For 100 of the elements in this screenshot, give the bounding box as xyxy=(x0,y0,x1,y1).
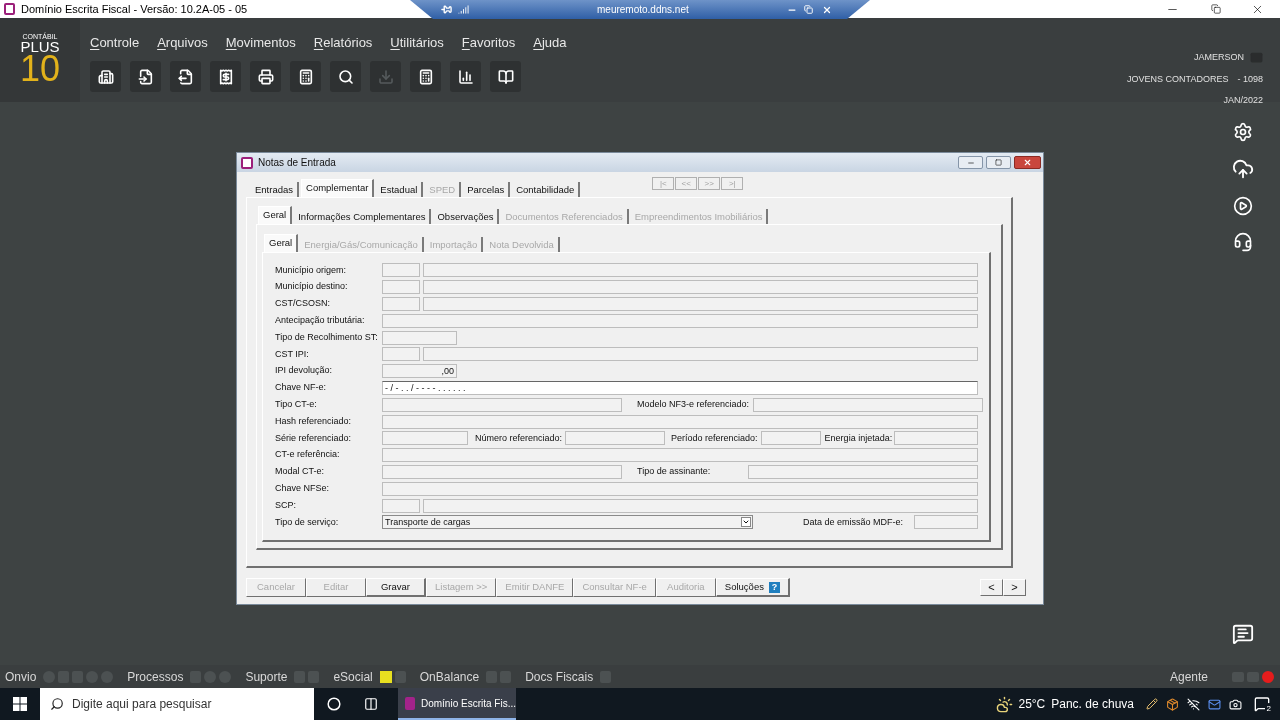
notification-icon[interactable] xyxy=(1254,696,1270,712)
temperature[interactable]: 25°C xyxy=(1018,695,1046,713)
package-icon[interactable] xyxy=(1166,697,1179,711)
input-field[interactable] xyxy=(565,431,666,446)
chat-icon[interactable] xyxy=(1232,623,1254,645)
tab[interactable]: Observações xyxy=(433,208,500,224)
status-item[interactable]: Docs Fiscais xyxy=(525,667,594,686)
toolbar-button[interactable] xyxy=(210,61,241,92)
input-field[interactable] xyxy=(382,313,978,328)
input-field[interactable] xyxy=(760,431,821,446)
input-field[interactable] xyxy=(382,263,420,278)
esocial-icon[interactable] xyxy=(379,670,392,683)
maximize-icon xyxy=(995,159,1002,166)
input-field[interactable] xyxy=(382,347,420,362)
dropdown-icon[interactable] xyxy=(741,517,751,528)
input-field[interactable] xyxy=(382,431,468,446)
status-item[interactable]: OnBalance xyxy=(419,667,480,686)
pager-button[interactable]: < xyxy=(980,579,1003,596)
settings-icon[interactable] xyxy=(1233,122,1253,142)
pencil-icon[interactable] xyxy=(1146,698,1158,710)
field-label: Modelo NF3-e referenciado: xyxy=(636,398,750,411)
menu-item[interactable]: Ajuda xyxy=(533,33,567,53)
menu-item[interactable]: Favoritos xyxy=(461,33,516,53)
tab[interactable]: Informações Complementares xyxy=(294,208,432,224)
close-icon[interactable] xyxy=(821,4,832,15)
dialog-title: Notas de Entrada xyxy=(258,156,336,170)
restore-icon[interactable] xyxy=(803,5,813,14)
tab[interactable]: Geral xyxy=(258,205,293,224)
input-field[interactable] xyxy=(382,481,978,496)
minimize-button[interactable] xyxy=(958,156,983,169)
toolbar-button[interactable] xyxy=(250,61,281,92)
network-icon[interactable] xyxy=(1187,697,1200,711)
status-item[interactable]: Onvio xyxy=(5,667,37,686)
input-field[interactable] xyxy=(748,464,978,479)
input-field[interactable] xyxy=(753,397,984,412)
input-field[interactable] xyxy=(382,397,622,412)
field-label: Município origem: xyxy=(275,263,348,277)
input-field[interactable] xyxy=(382,448,978,463)
input-field[interactable] xyxy=(423,297,978,311)
input-field[interactable] xyxy=(423,498,978,513)
cloud-upload-icon[interactable] xyxy=(1232,158,1254,180)
menu-item[interactable]: Relatórios xyxy=(313,33,373,53)
field-label: Energia injetada: xyxy=(823,431,893,445)
agent-label[interactable]: Agente xyxy=(1169,667,1208,686)
headset-icon[interactable] xyxy=(1233,232,1253,252)
search-field[interactable]: Digite aqui para pesquisar xyxy=(40,688,314,720)
input-field[interactable] xyxy=(382,297,420,311)
field-label: Modal CT-e: xyxy=(275,465,326,479)
menu-item[interactable]: Controle xyxy=(90,33,140,53)
status-item[interactable]: eSocial xyxy=(333,667,373,686)
action-button[interactable]: Gravar xyxy=(366,578,426,597)
input-field[interactable] xyxy=(382,330,457,345)
action-button[interactable]: Soluções ? xyxy=(715,578,790,597)
app-icon xyxy=(4,3,15,15)
field-label: Data de emissão MDF-e: xyxy=(802,515,903,529)
close-button[interactable] xyxy=(1014,156,1041,169)
cortana-icon[interactable] xyxy=(327,697,341,711)
status-item[interactable]: Processos xyxy=(127,667,184,686)
menu-item[interactable]: Utilitários xyxy=(390,33,444,53)
tab[interactable]: Complementar xyxy=(301,178,375,197)
menu-item[interactable]: Arquivos xyxy=(157,33,208,53)
input-field[interactable] xyxy=(423,280,978,295)
field-label: CT-e referência: xyxy=(275,448,341,462)
input-field[interactable] xyxy=(382,498,420,513)
toolbar-button[interactable] xyxy=(90,61,121,92)
select-field[interactable]: Transporte de cargas xyxy=(382,515,753,530)
input-field[interactable] xyxy=(894,431,978,446)
input-field[interactable] xyxy=(382,414,978,429)
input-field[interactable]: - / - . . / - - - - . . . . . . xyxy=(382,380,978,395)
task-view-icon[interactable] xyxy=(364,697,378,711)
building-icon xyxy=(97,68,114,85)
toolbar-button[interactable] xyxy=(290,61,321,92)
restore-icon[interactable] xyxy=(1211,4,1221,14)
toolbar-button[interactable] xyxy=(450,61,481,92)
pager-button[interactable]: > xyxy=(1003,579,1026,596)
input-field[interactable] xyxy=(423,347,978,362)
weather-label[interactable]: Panc. de chuva xyxy=(1051,695,1134,713)
taskbar-app[interactable]: Domínio Escrita Fis... xyxy=(398,688,516,720)
play-icon[interactable] xyxy=(1233,196,1253,216)
receipt-icon xyxy=(217,68,234,85)
toolbar-button[interactable] xyxy=(490,61,521,92)
input-field[interactable] xyxy=(423,263,978,278)
input-field[interactable] xyxy=(382,280,420,295)
menu-item[interactable]: Movimentos xyxy=(225,33,296,53)
chart-icon xyxy=(457,68,474,85)
camera-icon[interactable] xyxy=(1229,697,1242,711)
tab[interactable]: Geral xyxy=(264,233,299,252)
input-field[interactable] xyxy=(914,515,978,530)
pin-icon[interactable] xyxy=(441,4,452,15)
weather-icon[interactable] xyxy=(996,695,1014,713)
field-label: Chave NF-e: xyxy=(275,381,328,395)
toolbar-button[interactable] xyxy=(410,61,441,92)
toolbar-button[interactable] xyxy=(130,61,161,92)
toolbar-button[interactable] xyxy=(330,61,361,92)
input-field[interactable]: ,00 xyxy=(382,364,457,379)
windows-icon[interactable] xyxy=(13,697,27,711)
toolbar-button[interactable] xyxy=(170,61,201,92)
field-label: Hash referenciado: xyxy=(275,414,353,428)
status-item[interactable]: Suporte xyxy=(245,667,288,686)
input-field[interactable] xyxy=(382,464,622,479)
